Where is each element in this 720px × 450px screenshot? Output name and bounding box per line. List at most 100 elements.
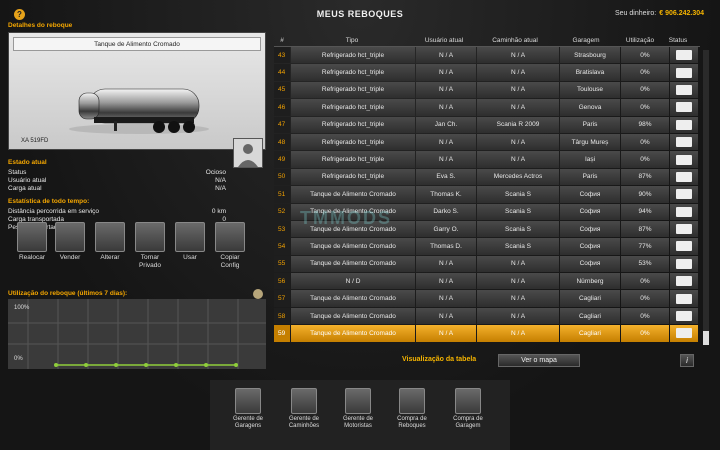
- table-row[interactable]: 49 Refrigerado hct_triple N / AN / A Iași 0%: [274, 151, 700, 168]
- col-number[interactable]: #: [274, 34, 290, 46]
- table-cell-user: Eva S.: [416, 168, 476, 186]
- nav-garage-manager[interactable]: Gerente de Garagens: [222, 380, 274, 430]
- table-cell-status: [670, 133, 698, 151]
- table-cell-user: N / A: [416, 64, 476, 81]
- table-row[interactable]: 45 Refrigerado hct_triple N / AN / A Toulou…: [274, 81, 700, 99]
- table-row[interactable]: 57 Tanque de Alimento Cromado N / AN / A Ca…: [274, 290, 700, 307]
- nav-driver-manager-label: Gerente de Motoristas: [342, 416, 374, 429]
- use-label: Usar: [183, 254, 197, 261]
- table-cell-number: 57: [274, 290, 290, 307]
- table-cell-status: [670, 220, 698, 238]
- use-button[interactable]: Usar: [172, 222, 208, 262]
- table-row[interactable]: 59 Tanque de Alimento Cromado N / AN / A Ca…: [274, 325, 700, 342]
- table-cell-user: N / A: [416, 273, 476, 290]
- make-private-button[interactable]: Tornar Privado: [132, 222, 168, 270]
- copy-config-button[interactable]: Copiar Config: [212, 222, 248, 270]
- col-status[interactable]: Status: [664, 34, 692, 46]
- nav-garage-manager-label: Gerente de Garagens: [232, 416, 264, 429]
- table-cell-truck: N / A: [477, 99, 559, 116]
- table-view-label[interactable]: Visualização da tabela: [402, 356, 476, 363]
- garage-status-icon: [676, 102, 692, 113]
- table-cell-user: Jan Ch.: [416, 116, 476, 133]
- table-cell-type: Tanque de Alimento Cromado: [291, 325, 415, 342]
- table-cell-type: Refrigerado hct_triple: [291, 47, 415, 64]
- table-cell-type: Refrigerado hct_triple: [291, 133, 415, 151]
- nav-buy-garage[interactable]: Compra de Garagem: [442, 380, 494, 430]
- table-cell-utilization: 0%: [621, 307, 669, 325]
- table-cell-number: 50: [274, 168, 290, 186]
- table-cell-type: Refrigerado hct_triple: [291, 99, 415, 116]
- table-row[interactable]: 58 Tanque de Alimento Cromado N / AN / A Ca…: [274, 307, 700, 325]
- view-map-button[interactable]: Ver o mapa: [498, 354, 580, 367]
- garage-status-icon: [676, 67, 692, 78]
- table-row[interactable]: 56 N / DN / AN / A Nürnberg 0%: [274, 273, 700, 290]
- table-cell-number: 44: [274, 64, 290, 81]
- table-cell-garage: София: [560, 255, 620, 273]
- relocate-button[interactable]: Realocar: [14, 222, 50, 262]
- table-row[interactable]: 51 Tanque de Alimento Cromado Thomas K. Sca…: [274, 186, 700, 203]
- table-cell-garage: Cagliari: [560, 325, 620, 342]
- money-amount: € 906.242.304: [659, 10, 704, 17]
- table-cell-user: N / A: [416, 81, 476, 99]
- table-cell-status: [670, 64, 698, 81]
- garage-manager-icon: [235, 388, 261, 414]
- table-cell-truck: N / A: [477, 255, 559, 273]
- table-cell-user: Darko S.: [416, 203, 476, 220]
- table-row[interactable]: 54 Tanque de Alimento Cromado Thomas D. Sca…: [274, 238, 700, 255]
- table-cell-user: N / A: [416, 255, 476, 273]
- settings-icon[interactable]: [253, 289, 263, 299]
- truck-status-icon: [676, 189, 692, 200]
- status-value: Ocioso: [205, 169, 226, 176]
- change-button[interactable]: Alterar: [92, 222, 128, 262]
- table-row[interactable]: 55 Tanque de Alimento Cromado N / AN / A Со…: [274, 255, 700, 273]
- table-cell-number: 49: [274, 151, 290, 168]
- trailer-actions: Realocar Vender Alterar Tornar Privado U…: [8, 222, 266, 282]
- nav-driver-manager[interactable]: Gerente de Motoristas: [332, 380, 384, 430]
- table-cell-utilization: 0%: [621, 81, 669, 99]
- col-utilization[interactable]: Utilização: [616, 34, 664, 46]
- table-cell-garage: Cagliari: [560, 307, 620, 325]
- col-garage[interactable]: Garagem: [556, 34, 616, 46]
- status-row: Status Ocioso: [8, 169, 226, 176]
- col-user[interactable]: Usuário atual: [414, 34, 474, 46]
- scrollbar-thumb[interactable]: [703, 331, 709, 345]
- table-cell-number: 53: [274, 220, 290, 238]
- col-type[interactable]: Tipo: [290, 34, 414, 46]
- table-cell-garage: Iași: [560, 151, 620, 168]
- trailer-image: [69, 88, 209, 134]
- table-row[interactable]: 50 Refrigerado hct_triple Eva S. Mercedes A…: [274, 168, 700, 186]
- status-label: Status: [8, 169, 27, 176]
- nav-truck-manager[interactable]: Gerente de Caminhões: [278, 380, 330, 430]
- table-cell-user: N / A: [416, 133, 476, 151]
- copy-config-label: Copiar Config: [220, 254, 240, 269]
- trailer-preview: Tanque de Alimento Cromado XA 519FD: [8, 32, 266, 150]
- sell-icon: [55, 222, 85, 252]
- utilization-chart: 100% 0%: [8, 299, 266, 369]
- table-cell-garage: Târgu Mureș: [560, 133, 620, 151]
- table-cell-status: [670, 238, 698, 255]
- trailers-table: # Tipo Usuário atual Caminhão atual Gara…: [274, 34, 700, 343]
- table-cell-utilization: 0%: [621, 47, 669, 64]
- truck-status-icon: [676, 206, 692, 217]
- table-row[interactable]: 43 Refrigerado hct_triple N / AN / A Strasb…: [274, 47, 700, 64]
- table-cell-utilization: 0%: [621, 133, 669, 151]
- sell-button[interactable]: Vender: [52, 222, 88, 262]
- nav-buy-trailer[interactable]: Compra de Reboques: [386, 380, 438, 430]
- garage-status-icon: [676, 276, 692, 287]
- table-row[interactable]: 46 Refrigerado hct_triple N / AN / A Genova…: [274, 99, 700, 116]
- table-row[interactable]: 44 Refrigerado hct_triple N / AN / A Bratis…: [274, 64, 700, 81]
- watermark: TMMODS: [300, 208, 392, 228]
- table-row[interactable]: 47 Refrigerado hct_triple Jan Ch. Scania R …: [274, 116, 700, 133]
- table-scrollbar[interactable]: [703, 50, 709, 345]
- table-cell-truck: Scania S: [477, 203, 559, 220]
- table-row[interactable]: 48 Refrigerado hct_triple N / AN / A Târgu …: [274, 133, 700, 151]
- table-cell-type: Tanque de Alimento Cromado: [291, 186, 415, 203]
- table-cell-type: N / D: [291, 273, 415, 290]
- table-cell-truck: N / A: [477, 133, 559, 151]
- table-cell-garage: София: [560, 220, 620, 238]
- info-button[interactable]: i: [680, 354, 694, 367]
- table-cell-status: [670, 273, 698, 290]
- table-cell-garage: Nürnberg: [560, 273, 620, 290]
- view-controls: Visualização da tabela Ver o mapa: [394, 354, 594, 368]
- col-truck[interactable]: Caminhão atual: [474, 34, 556, 46]
